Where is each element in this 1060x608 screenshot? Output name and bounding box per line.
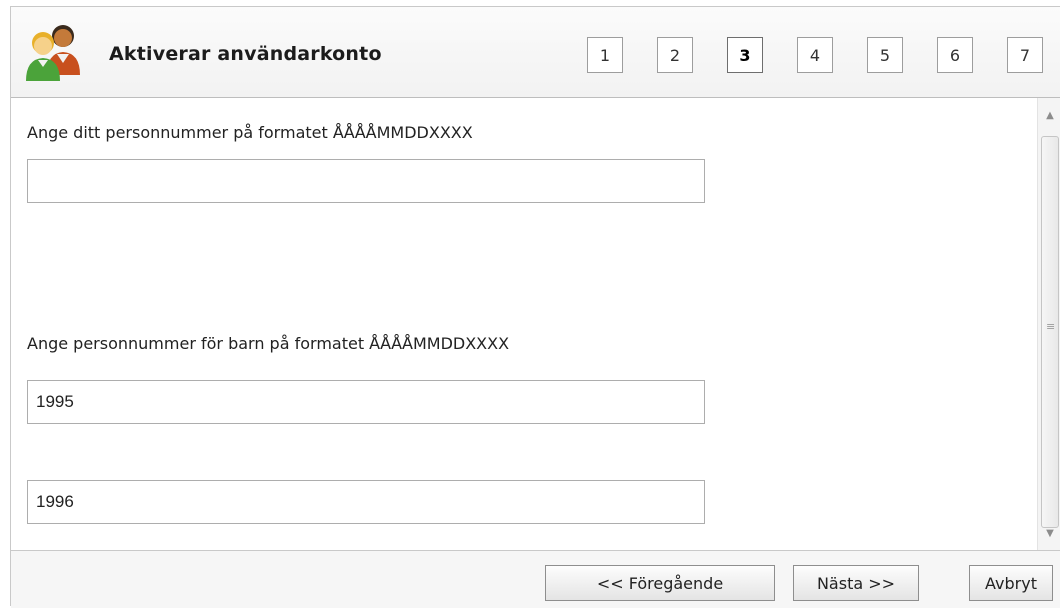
page-title: Aktiverar användarkonto	[109, 43, 382, 65]
child-personnummer-input-1[interactable]	[27, 380, 705, 424]
wizard-window: Aktiverar användarkonto 1 2 3 4 5 6 7 An…	[10, 6, 1060, 608]
children-personnummer-label: Ange personnummer för barn på formatet Å…	[27, 334, 510, 353]
users-icon	[26, 25, 80, 81]
wizard-footer: << Föregående Nästa >> Avbryt	[11, 550, 1060, 608]
vertical-scrollbar[interactable]: ▲ ≡ ▼	[1037, 98, 1060, 550]
grip-icon: ≡	[1046, 320, 1056, 333]
arrow-down-icon[interactable]: ▼	[1038, 522, 1060, 544]
child-personnummer-input-2[interactable]	[27, 480, 705, 524]
step-5[interactable]: 5	[867, 37, 903, 73]
step-6[interactable]: 6	[937, 37, 973, 73]
step-2[interactable]: 2	[657, 37, 693, 73]
step-7[interactable]: 7	[1007, 37, 1043, 73]
form-area: Ange ditt personnummer på formatet ÅÅÅÅM…	[11, 98, 1033, 550]
wizard-header: Aktiverar användarkonto 1 2 3 4 5 6 7	[11, 7, 1060, 98]
step-4[interactable]: 4	[797, 37, 833, 73]
step-1[interactable]: 1	[587, 37, 623, 73]
arrow-up-icon[interactable]: ▲	[1038, 104, 1060, 126]
step-3-active[interactable]: 3	[727, 37, 763, 73]
scrollbar-thumb[interactable]: ≡	[1041, 136, 1059, 528]
own-personnummer-label: Ange ditt personnummer på formatet ÅÅÅÅM…	[27, 123, 473, 142]
own-personnummer-input[interactable]	[27, 159, 705, 203]
